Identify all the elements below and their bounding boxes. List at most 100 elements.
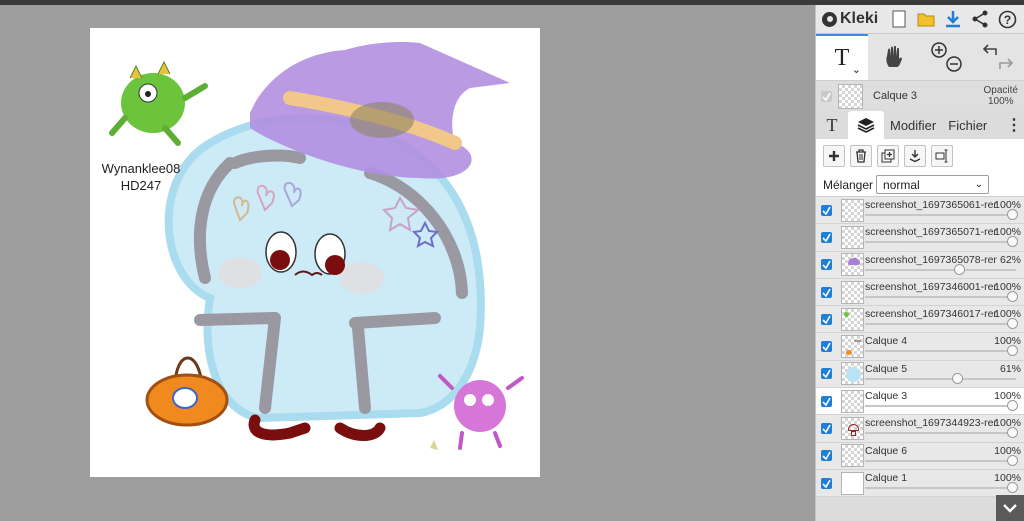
watermark-line-2: HD247	[120, 178, 162, 193]
layer-thumbnail	[841, 225, 864, 249]
layer-name: Calque 1	[865, 471, 908, 484]
kleki-logo[interactable]: Kleki	[822, 10, 878, 28]
slider-knob[interactable]	[1007, 318, 1018, 330]
slider-track	[865, 295, 1016, 298]
layer-visibility-checkbox[interactable]	[821, 395, 832, 407]
hand-icon	[886, 45, 902, 67]
layer-opacity-slider[interactable]	[865, 400, 1018, 412]
text-tool-button[interactable]: T ⌄	[816, 34, 868, 80]
tab-fichier[interactable]: Fichier	[942, 111, 993, 139]
layer-visibility-checkbox[interactable]	[821, 313, 832, 325]
layer-visibility-checkbox[interactable]	[821, 423, 832, 435]
zoom-controls	[920, 34, 972, 80]
layer-visibility-checkbox[interactable]	[821, 231, 832, 243]
slider-knob[interactable]	[1007, 345, 1018, 357]
layer-visibility-checkbox[interactable]	[821, 204, 832, 216]
green-monster-sticker	[109, 60, 208, 146]
slider-knob[interactable]	[1007, 454, 1018, 466]
layer-opacity: 100%	[994, 417, 1021, 430]
layer-row[interactable]: Calque 4 100%	[816, 333, 1024, 361]
tab-modifier[interactable]: Modifier	[884, 111, 942, 139]
new-page-icon[interactable]	[888, 8, 910, 30]
layer-opacity-slider[interactable]	[865, 481, 1018, 493]
layer-visibility-checkbox[interactable]	[821, 259, 832, 271]
layer-row[interactable]: Calque 6 100%	[816, 442, 1024, 470]
layer-visibility-checkbox[interactable]	[821, 286, 832, 298]
layer-visibility-checkbox[interactable]	[821, 368, 832, 380]
slider-knob[interactable]	[1007, 209, 1018, 220]
layer-row[interactable]: screenshot_1697365078-rem 62%	[816, 251, 1024, 279]
chevron-down-icon: ⌄	[974, 179, 984, 190]
open-folder-icon[interactable]	[915, 8, 937, 30]
layer-opacity-slider[interactable]	[865, 318, 1018, 330]
merge-down-icon[interactable]	[904, 145, 926, 167]
share-icon[interactable]	[969, 8, 991, 30]
help-icon[interactable]: ?	[996, 8, 1018, 30]
panel-tabs: T Modifier Fichier ⋮	[816, 111, 1024, 139]
layer-visibility-checkbox[interactable]	[821, 450, 832, 462]
layer-row[interactable]: Calque 1 100%	[816, 469, 1024, 498]
layer-name: Calque 3	[865, 390, 908, 403]
undo-icon[interactable]	[982, 44, 997, 55]
layer-visibility-checkbox[interactable]	[821, 477, 832, 489]
download-icon[interactable]	[942, 8, 964, 30]
layer-name: screenshot_1697344923-rem	[865, 417, 997, 430]
layer-opacity-slider[interactable]	[865, 372, 1016, 384]
kleki-logo-icon	[822, 11, 837, 27]
layer-opacity-slider[interactable]	[865, 345, 1018, 357]
slider-knob[interactable]	[1007, 481, 1018, 493]
layer-thumbnail	[841, 417, 864, 441]
zoom-in-icon[interactable]	[931, 42, 947, 58]
layer-opacity-slider[interactable]	[865, 236, 1018, 248]
opacity-value: 100%	[987, 96, 1014, 107]
layer-row[interactable]: Calque 3 100%	[816, 388, 1024, 416]
layer-row[interactable]: screenshot_1697365071-rem 100%	[816, 224, 1024, 252]
layer-opacity-slider[interactable]	[865, 263, 1016, 275]
add-layer-icon[interactable]	[823, 145, 845, 167]
zoom-out-icon[interactable]	[946, 56, 962, 72]
svg-text:?: ?	[1004, 13, 1011, 27]
layer-row[interactable]: screenshot_1697365061-rem 100%	[816, 197, 1024, 225]
canvas-workspace[interactable]: Wynanklee08 HD247	[0, 5, 815, 521]
slider-knob[interactable]	[1007, 400, 1018, 412]
more-options-icon[interactable]: ⋮	[1004, 111, 1024, 139]
duplicate-layer-icon[interactable]	[877, 145, 899, 167]
layer-thumbnail	[841, 198, 864, 222]
slider-track	[865, 350, 1016, 353]
hand-tool-button[interactable]	[868, 34, 920, 80]
slider-knob[interactable]	[953, 263, 965, 275]
layer-row[interactable]: screenshot_1697346001-rem 100%	[816, 278, 1024, 307]
layer-thumbnail	[841, 307, 864, 331]
rename-layer-icon[interactable]	[931, 145, 953, 167]
layer-opacity: 100%	[994, 444, 1021, 457]
chevron-down-icon[interactable]: ⌄	[852, 63, 861, 76]
layer-row[interactable]: screenshot_1697344923-rem 100%	[816, 415, 1024, 443]
layer-thumbnail	[841, 253, 864, 277]
blend-mode-select[interactable]: normal ⌄	[876, 175, 990, 194]
slider-knob[interactable]	[952, 372, 964, 384]
purple-monster-sticker	[438, 374, 524, 450]
layer-opacity-slider[interactable]	[865, 454, 1018, 466]
tab-text[interactable]: T	[816, 111, 848, 139]
layer-opacity: 62%	[999, 253, 1021, 266]
layer-opacity-slider[interactable]	[865, 290, 1018, 302]
delete-layer-icon[interactable]	[850, 145, 872, 167]
tab-layers[interactable]	[848, 111, 884, 139]
slider-knob[interactable]	[1007, 290, 1018, 302]
layer-row[interactable]: Calque 5 61%	[816, 360, 1024, 389]
slider-track	[865, 405, 1016, 408]
layer-visibility-checkbox[interactable]	[821, 341, 832, 353]
current-layer-visibility-checkbox[interactable]	[821, 90, 832, 102]
blend-mode-value: normal	[883, 177, 920, 192]
chevron-down-icon	[1003, 504, 1017, 513]
collapse-panel-button[interactable]	[996, 495, 1024, 521]
layer-opacity-slider[interactable]	[865, 209, 1018, 220]
drawing-canvas[interactable]: Wynanklee08 HD247	[90, 28, 540, 477]
current-layer-name: Calque 3	[873, 90, 918, 102]
slider-knob[interactable]	[1007, 236, 1018, 248]
slider-knob[interactable]	[1007, 427, 1018, 439]
layer-opacity-slider[interactable]	[865, 427, 1018, 439]
layer-row[interactable]: screenshot_1697346017-rem 100%	[816, 306, 1024, 334]
redo-icon[interactable]	[999, 58, 1014, 69]
artist-watermark: Wynanklee08 HD247	[95, 160, 187, 194]
